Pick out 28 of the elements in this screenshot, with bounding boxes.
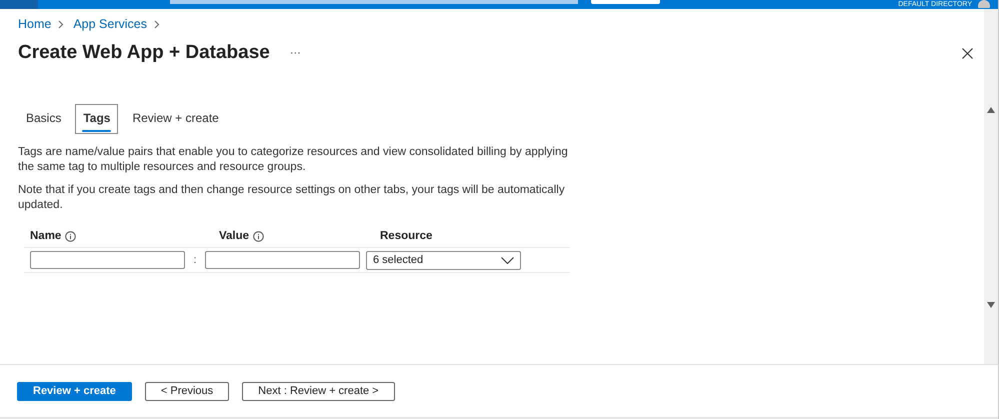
resource-dropdown[interactable]: 6 selected <box>366 250 521 270</box>
more-button[interactable]: ··· <box>290 47 301 59</box>
info-icon[interactable] <box>253 230 264 242</box>
tab[interactable]: Review + create <box>124 104 227 134</box>
scroll-down-icon[interactable] <box>987 302 995 308</box>
secondary-button[interactable]: < Previous <box>144 382 230 400</box>
description-text: Tags are name/value pairs that enable you to categorize resources and view consolidated billing by applying the same tag to multiple resources and resource groups. <box>18 145 569 175</box>
scroll-up-icon[interactable] <box>987 107 995 113</box>
page-title: Create Web App + Database <box>18 42 270 64</box>
secondary-button[interactable]: Next : Review + create > <box>242 382 395 400</box>
chevron-icon <box>154 20 160 28</box>
breadcrumb-link[interactable]: App Services <box>73 17 147 31</box>
separator-text: : <box>192 254 198 266</box>
primary-button[interactable]: Review + create <box>17 382 132 400</box>
column-header: Resource <box>380 230 432 242</box>
scrollbar[interactable] <box>984 9 998 364</box>
column-header: Name <box>30 230 62 242</box>
column-header: Value <box>219 230 250 242</box>
tab[interactable]: Basics <box>18 104 70 134</box>
chevron-icon <box>58 20 64 28</box>
chevron-down-icon <box>501 256 514 264</box>
close-icon[interactable] <box>962 48 973 58</box>
breadcrumb-link[interactable]: Home <box>18 17 52 31</box>
info-icon[interactable] <box>65 230 76 242</box>
value-input[interactable] <box>205 251 360 269</box>
note-text: Note that if you create tags and then change resource settings on other tabs, your tags will be automatically updated. <box>18 183 566 213</box>
tab[interactable]: Tags <box>75 104 118 134</box>
name-input[interactable] <box>30 251 185 269</box>
